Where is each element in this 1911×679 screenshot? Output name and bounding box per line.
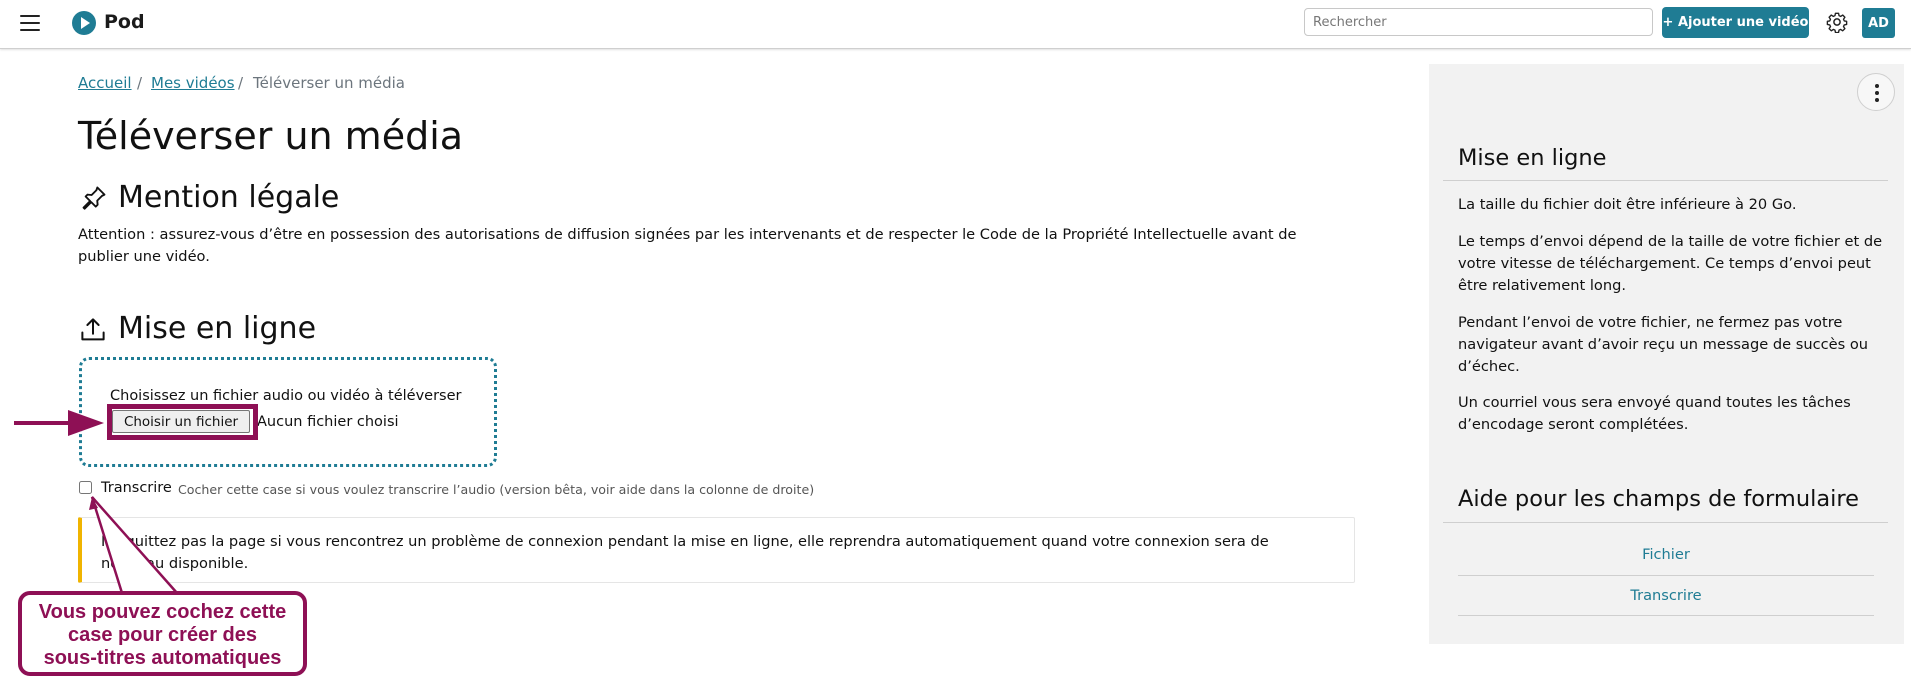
aside-paragraph: Un courriel vous sera envoyé quand toute…: [1458, 394, 1851, 433]
no-file-status: Aucun fichier choisi: [257, 414, 399, 430]
aside-paragraph: Pendant l’envoi de votre fichier, ne fer…: [1458, 314, 1869, 375]
divider: [1443, 522, 1888, 523]
breadcrumb-current: Téléverser un média: [253, 74, 405, 92]
add-video-button[interactable]: + Ajouter une vidéo: [1662, 7, 1809, 38]
upload-icon: [81, 318, 105, 341]
user-avatar[interactable]: AD: [1862, 8, 1895, 38]
gear-icon[interactable]: [1826, 11, 1848, 33]
connection-warning-alert: Ne quittez pas la page si vous rencontre…: [78, 517, 1355, 583]
kebab-menu-icon[interactable]: [1857, 73, 1895, 111]
transcribe-checkbox[interactable]: [79, 481, 92, 494]
top-navbar: Pod + Ajouter une vidéo AD: [0, 0, 1911, 49]
hamburger-icon[interactable]: [20, 15, 40, 33]
aside-help-heading: Aide pour les champs de formulaire: [1458, 486, 1859, 512]
file-button-highlight: [107, 404, 258, 440]
file-field-label: Choisissez un fichier audio ou vidéo à t…: [110, 388, 462, 404]
aside-paragraph: Le temps d’envoi dépend de la taille de …: [1458, 233, 1883, 294]
transcribe-label[interactable]: Transcrire: [101, 480, 172, 496]
page-title: Téléverser un média: [78, 114, 464, 158]
pin-icon: [82, 186, 106, 210]
alert-text: Ne quittez pas la page si vous rencontre…: [101, 533, 1269, 572]
help-link-fichier[interactable]: Fichier: [1458, 546, 1874, 563]
divider: [1458, 575, 1874, 576]
aside-paragraph: La taille du fichier doit être inférieur…: [1458, 196, 1797, 213]
app-title[interactable]: Pod: [104, 11, 145, 33]
legal-text: Attention : assurez-vous d’être en posse…: [78, 226, 1297, 265]
legal-heading: Mention légale: [118, 180, 340, 215]
divider: [1443, 180, 1888, 181]
help-link-transcrire[interactable]: Transcrire: [1458, 587, 1874, 604]
upload-heading: Mise en ligne: [118, 311, 317, 346]
divider: [1458, 615, 1874, 616]
breadcrumb-home-link[interactable]: Accueil: [78, 74, 132, 92]
breadcrumb-separator: /: [238, 74, 244, 92]
aside-upload-heading: Mise en ligne: [1458, 145, 1607, 171]
transcribe-annotation-callout: Vous pouvez cochez cette case pour créer…: [18, 591, 307, 676]
play-circle-icon[interactable]: [72, 11, 96, 35]
breadcrumb-my-videos-link[interactable]: Mes vidéos: [151, 74, 235, 92]
transcribe-help-text: Cocher cette case si vous voulez transcr…: [178, 482, 815, 497]
breadcrumb-separator: /: [137, 74, 143, 92]
search-input[interactable]: [1304, 8, 1653, 36]
